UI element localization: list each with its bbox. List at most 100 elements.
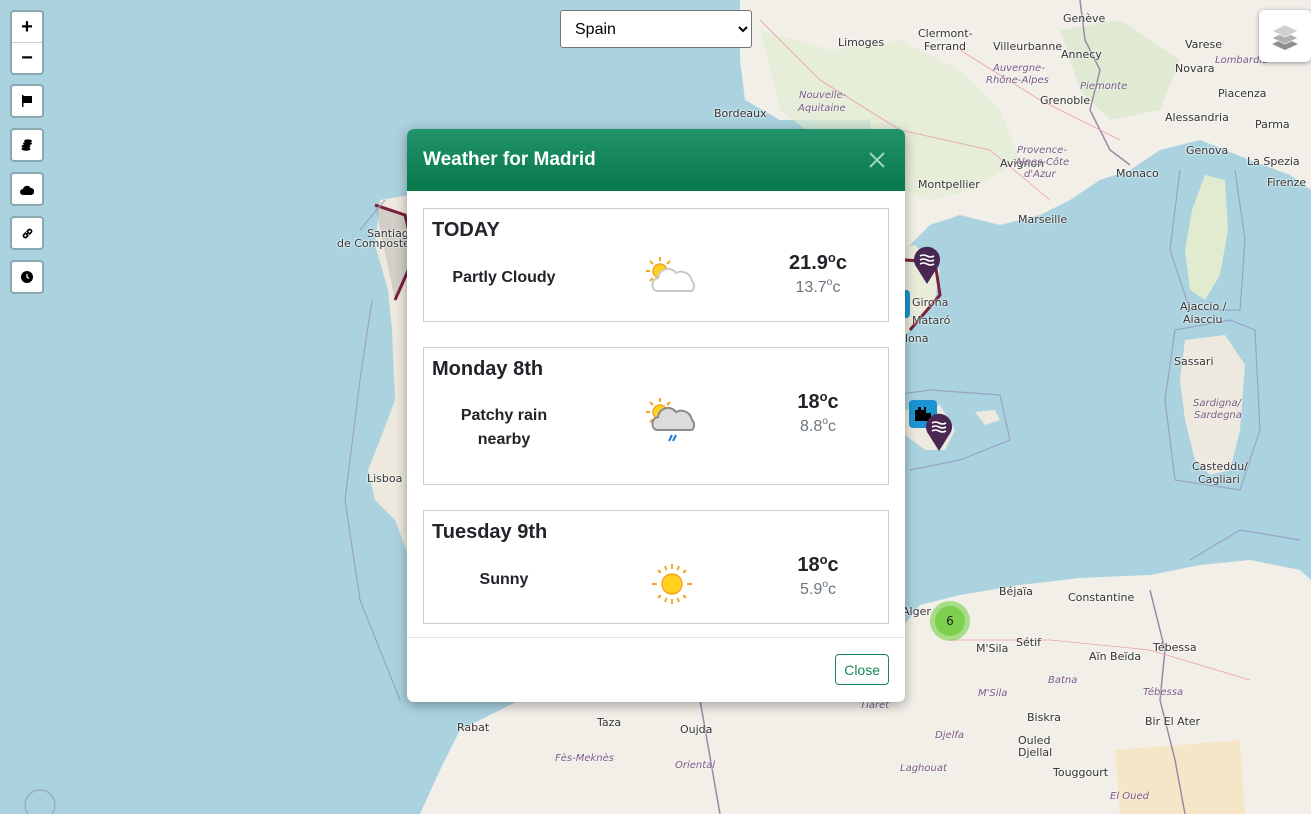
layers-control[interactable] [1259, 10, 1311, 62]
map-region-label: Fès-Meknès [555, 753, 614, 764]
weather-condition: Patchy rain nearby [460, 407, 548, 448]
map-place-label: M'Sila [976, 642, 1009, 655]
temp-max: 18oc [797, 552, 839, 576]
partly-cloudy-icon [646, 257, 696, 292]
layers-icon [1271, 24, 1299, 50]
map-region-label: Djelfa [935, 730, 965, 741]
temp-max: 21.9oc [788, 250, 847, 274]
link-icon [22, 228, 32, 238]
map-place-label: Bordeaux [714, 107, 767, 120]
map-place-label: Parma [1255, 118, 1290, 131]
country-select[interactable]: Spain [560, 10, 752, 48]
cluster-count: 6 [935, 606, 965, 636]
map-place-label: Girona [912, 296, 949, 309]
map-place-label: Sassari [1174, 355, 1214, 368]
map-region-label: d'Azur [1024, 169, 1056, 180]
temp-min: 13.7oc [795, 277, 841, 296]
zoom-in-button[interactable]: + [12, 12, 42, 42]
map-place-label: Grenoble [1040, 94, 1091, 107]
map-place-label: Mataró [912, 314, 951, 327]
marker-cluster[interactable]: 6 [930, 601, 970, 641]
close-icon[interactable] [865, 148, 889, 172]
close-button[interactable]: Close [835, 654, 889, 685]
map-place-label: Bir El Ater [1145, 715, 1201, 728]
map-place-label: Aiacciu [1183, 313, 1223, 326]
map-marker-pin[interactable] [913, 246, 941, 284]
map-region-label: Tébessa [1143, 687, 1184, 698]
map-region-label: Nouvelle- [799, 90, 847, 101]
map-place-label: Cagliari [1198, 473, 1240, 486]
map-place-label: Piacenza [1218, 87, 1267, 100]
flag-icon [22, 95, 32, 107]
zoom-control: + − [10, 10, 44, 75]
map-place-label: Constantine [1068, 591, 1135, 604]
map-region-label: Aquitaine [798, 103, 846, 114]
map-region-label: Provence- [1017, 145, 1067, 156]
map-place-label: Sétif [1016, 636, 1041, 649]
map-region-label: Auvergne- [993, 63, 1045, 74]
map-place-label: Alessandria [1165, 111, 1229, 124]
coins-icon [21, 139, 32, 151]
modal-body: TODAY Partly Cloudy 21.9oc 13.7oc Monday… [407, 191, 905, 624]
clock-icon [21, 271, 33, 283]
map-place-label: Ferrand [924, 40, 967, 53]
modal-header: Weather for Madrid [407, 129, 905, 191]
map-region-label: Piemonte [1080, 81, 1128, 92]
map-place-label: lona [905, 332, 929, 345]
country-info-button[interactable] [10, 84, 44, 118]
map-place-label: Lisboa [367, 472, 403, 485]
map-place-label: Béjaïa [999, 585, 1033, 598]
map-place-label: Monaco [1116, 167, 1159, 180]
map-place-label: Genova [1186, 144, 1229, 157]
map-region-label: Sardigna/ [1193, 398, 1241, 409]
map-place-label: Genève [1063, 12, 1106, 25]
map-place-label: Limoges [838, 36, 885, 49]
temperature-range: 18oc 5.9oc [768, 552, 868, 599]
map-place-label: Djellal [1018, 746, 1053, 759]
sunny-icon [652, 564, 692, 604]
map-place-label: Marseille [1018, 213, 1068, 226]
day-label: Tuesday 9th [432, 521, 548, 543]
map-region-label: Batna [1048, 675, 1078, 686]
map-region-label: Rhône-Alpes [986, 75, 1049, 86]
map-region-label: M'Sila [978, 688, 1008, 699]
weather-modal: Weather for Madrid TODAY Partly Cloudy 2… [407, 129, 905, 702]
weather-button[interactable] [10, 172, 44, 206]
map-place-label: Varese [1185, 38, 1222, 51]
map-place-label: Casteddu/ [1192, 460, 1248, 473]
wikipedia-links-button[interactable] [10, 216, 44, 250]
temp-min: 8.8oc [799, 416, 837, 435]
map-place-label: Oujda [680, 723, 713, 736]
map-place-label: Alger [902, 605, 931, 618]
map-place-label: Tébessa [1153, 641, 1197, 654]
map-region-label: Oriental [675, 760, 716, 771]
forecast-day-today: TODAY Partly Cloudy 21.9oc 13.7oc [423, 208, 889, 322]
map-place-label: Ajaccio / [1180, 300, 1227, 313]
map-region-label: Sardegna [1194, 410, 1242, 421]
zoom-out-button[interactable]: − [12, 42, 42, 73]
temp-min: 5.9oc [799, 579, 837, 598]
temperature-range: 18oc 8.8oc [768, 389, 868, 436]
map-place-label: Montpellier [918, 178, 980, 191]
map-region-label: Laghouat [900, 763, 947, 774]
map-place-label: Novara [1175, 62, 1215, 75]
day-label: Monday 8th [432, 358, 544, 380]
map-place-label: Villeurbanne [993, 40, 1063, 53]
temp-max: 18oc [797, 389, 839, 413]
water-marker-icon [914, 246, 940, 284]
map-place-label: La Spezia [1247, 155, 1300, 168]
map-place-label: Aïn Beïda [1089, 650, 1142, 663]
modal-footer: Close [407, 637, 905, 702]
modal-title: Weather for Madrid [423, 149, 596, 170]
patchy-rain-icon [646, 398, 696, 442]
map-region-label: El Oued [1110, 791, 1149, 802]
forecast-day-tuesday: Tuesday 9th Sunny 18oc 5.9oc [423, 510, 889, 624]
map-place-label: Firenze [1267, 176, 1307, 189]
map-marker-pin[interactable] [925, 413, 953, 451]
map-place-label: Biskra [1027, 711, 1061, 724]
weather-condition: Partly Cloudy [452, 269, 556, 286]
map-place-label: Touggourt [1053, 766, 1109, 779]
timezone-button[interactable] [10, 260, 44, 294]
water-marker-icon [926, 413, 952, 451]
currency-button[interactable] [10, 128, 44, 162]
